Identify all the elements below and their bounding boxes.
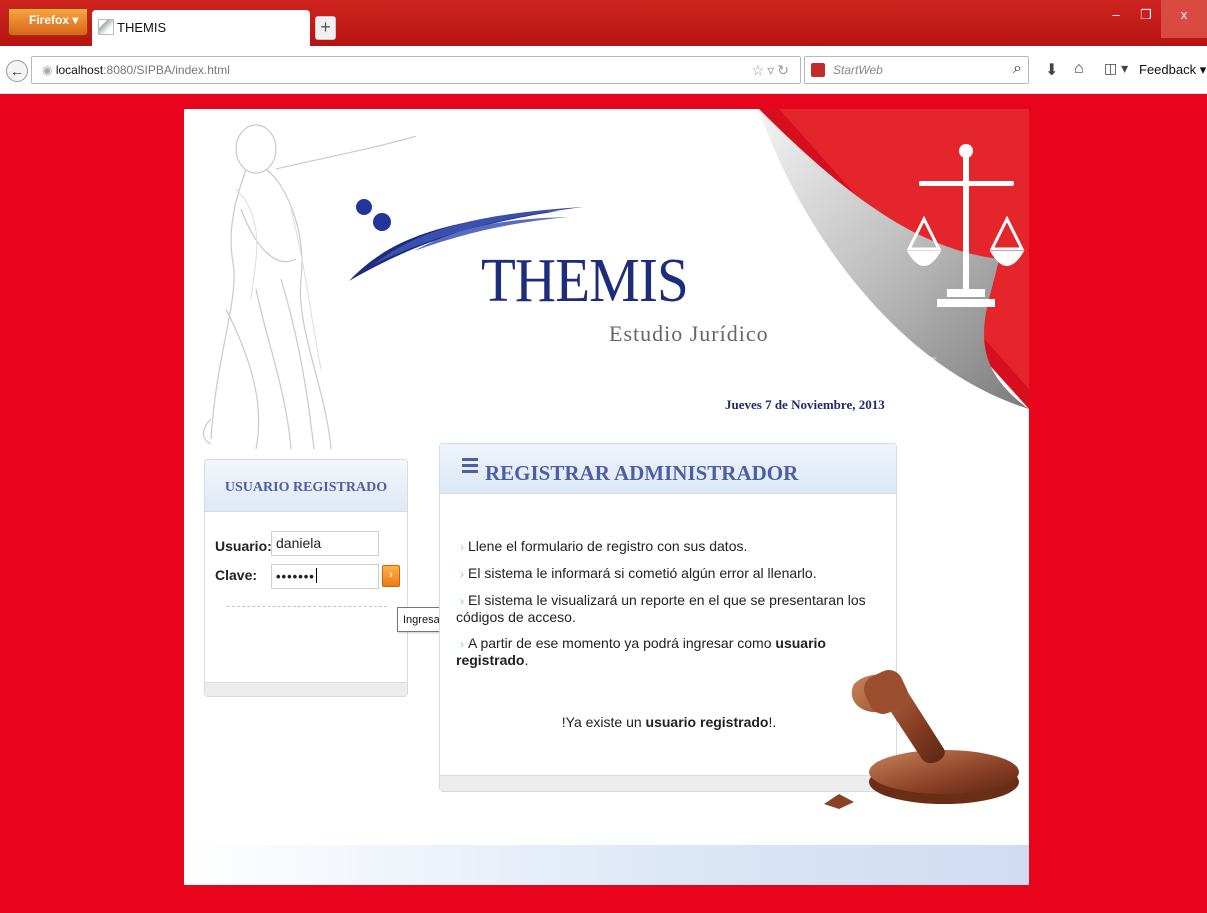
text-caret	[315, 568, 317, 583]
login-submit-button[interactable]: ›	[382, 565, 400, 587]
themis-favicon-icon	[98, 19, 114, 35]
arrow-right-icon: ›	[389, 569, 393, 581]
tab-themis[interactable]: THEMIS	[92, 10, 310, 46]
firefox-menu-button[interactable]: Firefox ▾	[8, 8, 88, 36]
list-item: › El sistema le informará si cometió algú…	[460, 565, 817, 581]
search-bar[interactable]: StartWeb ⌕	[804, 56, 1029, 84]
url-bar-icons: ☆▿↻	[752, 62, 792, 79]
page-curl-scales-icon: 123RF	[759, 109, 1029, 409]
bullet-arrow-icon: ›	[460, 540, 464, 554]
bullet-arrow-icon: ›	[460, 637, 464, 651]
globe-icon: ◉	[42, 63, 56, 77]
logo-subtitle: Estudio Jurídico	[609, 321, 769, 346]
addon-icon[interactable]: ◫ ▾	[1104, 60, 1128, 77]
instructions-list: › Llene el formulario de registro con sus…	[456, 538, 896, 678]
list-item: › El sistema le visualizará un reporte en…	[456, 592, 866, 625]
browser-titlebar: Firefox ▾ THEMIS + – ❐ x	[0, 0, 1207, 46]
close-icon[interactable]: x	[1161, 0, 1207, 38]
reload-icon[interactable]: ↻	[777, 62, 792, 78]
url-text: ◉ localhost:8080/SIPBA/index.html	[42, 63, 230, 77]
logo-title: THEMIS	[481, 247, 689, 315]
new-tab-button[interactable]: +	[315, 16, 336, 40]
lady-justice-sketch	[202, 124, 416, 450]
back-arrow-icon[interactable]: ←	[6, 60, 28, 82]
window-controls: – ❐ x	[1101, 0, 1207, 38]
dropdown-arrow-icon[interactable]: ▿	[767, 62, 777, 78]
divider	[227, 606, 387, 607]
url-bar[interactable]: ◉ localhost:8080/SIPBA/index.html ☆▿↻	[31, 56, 801, 84]
bookmark-star-icon[interactable]: ☆	[752, 62, 768, 78]
user-label: Usuario:	[215, 538, 272, 554]
home-icon[interactable]: ⌂	[1074, 60, 1084, 78]
tab-title: THEMIS	[117, 20, 167, 35]
minimize-icon[interactable]: –	[1101, 0, 1131, 38]
password-field[interactable]: •••••••	[271, 564, 379, 589]
user-field[interactable]: daniela	[271, 531, 379, 556]
login-box-footer	[205, 682, 407, 696]
browser-navbar: ← ◉ localhost:8080/SIPBA/index.html ☆▿↻ …	[0, 46, 1207, 94]
login-title: USUARIO REGISTRADO	[205, 460, 407, 512]
login-box: USUARIO REGISTRADO Usuario: daniela Clav…	[204, 459, 408, 697]
password-label: Clave:	[215, 567, 258, 583]
feedback-button[interactable]: Feedback ▾	[1139, 62, 1206, 78]
submit-tooltip: Ingresar	[397, 607, 445, 632]
search-icon[interactable]: ⌕	[1013, 60, 1022, 78]
menu-icon	[462, 458, 478, 476]
page-bottom-fade	[184, 845, 1029, 885]
gavel-image	[824, 670, 1019, 809]
page-container: THEMIS Estudio Jurídico Jueves 7 de Novi…	[184, 109, 1029, 885]
download-icon[interactable]: ⬇	[1045, 60, 1058, 80]
search-engine-icon[interactable]	[811, 63, 825, 77]
search-placeholder: StartWeb	[833, 63, 883, 77]
register-admin-title: REGISTRAR ADMINISTRADOR	[485, 461, 799, 485]
list-item: › Llene el formulario de registro con sus…	[460, 538, 748, 554]
maximize-icon[interactable]: ❐	[1131, 0, 1161, 38]
register-admin-heading: REGISTRAR ADMINISTRADOR	[440, 444, 896, 494]
bullet-arrow-icon: ›	[460, 594, 464, 608]
watermark-text: 123RF	[877, 354, 937, 376]
bullet-arrow-icon: ›	[460, 567, 464, 581]
